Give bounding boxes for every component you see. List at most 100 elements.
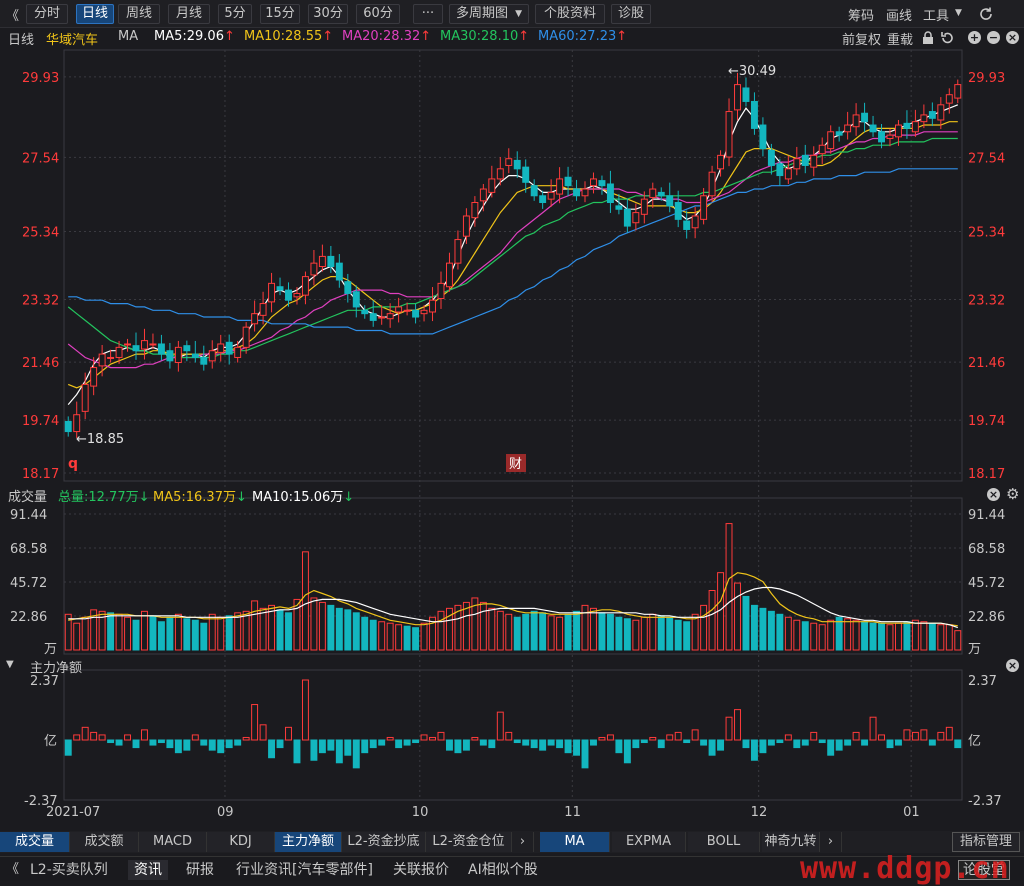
indicator-tab-6[interactable]: L2-资金仓位: [426, 832, 512, 852]
overlay-tab-1[interactable]: EXPMA: [612, 832, 686, 852]
undo-icon[interactable]: [940, 31, 954, 45]
candle-body: [301, 276, 309, 296]
indicator-tab-2[interactable]: MACD: [139, 832, 207, 852]
close-icon[interactable]: ×: [1006, 31, 1019, 44]
flow-bar: [352, 739, 360, 769]
period-tab-2[interactable]: 周线: [118, 4, 160, 24]
more-periods-button[interactable]: ···: [413, 4, 443, 24]
flow-bar: [878, 734, 885, 741]
info-tab-0[interactable]: L2-买卖队列: [30, 860, 108, 880]
candle-body: [708, 171, 716, 197]
candlesticks: [64, 72, 962, 438]
indicator-tab-3[interactable]: KDJ: [207, 832, 275, 852]
volume-bar: [911, 619, 919, 651]
period-tab-5[interactable]: 15分: [260, 4, 300, 24]
multi-period-label: 多周期图: [456, 6, 509, 21]
flow-bar: [496, 711, 504, 741]
lock-icon[interactable]: [922, 31, 934, 45]
reload-button[interactable]: 重载: [887, 29, 913, 48]
volume-bar: [115, 613, 123, 651]
chip-button[interactable]: 筹码: [848, 5, 874, 24]
volume-axis-right-4: 万: [968, 642, 981, 657]
stock-info-button[interactable]: 个股资料: [535, 4, 605, 24]
period-tab-6[interactable]: 30分: [308, 4, 348, 24]
candle-body: [420, 309, 428, 315]
volume-axis-right-2: 45.72: [968, 576, 1005, 591]
volume-bar: [166, 616, 174, 651]
adjust-button[interactable]: 前复权: [842, 29, 881, 48]
indicator-tab-1[interactable]: 成交额: [70, 832, 139, 852]
period-tab-0[interactable]: 分时: [26, 4, 68, 24]
info-tab-4[interactable]: 关联报价: [393, 860, 449, 880]
flow-bar: [852, 731, 860, 741]
flow-bar: [471, 736, 479, 741]
indicator-manage-button[interactable]: 指标管理: [952, 832, 1020, 852]
candle-body: [861, 112, 869, 123]
indicator-tab-5[interactable]: L2-资金抄底: [342, 832, 426, 852]
next-overlay-arrow-icon[interactable]: ›: [820, 832, 842, 852]
flow-bar: [530, 739, 538, 749]
flow-bar: [361, 739, 369, 754]
overlay-tab-0[interactable]: MA: [540, 832, 610, 852]
close-volume-icon[interactable]: ×: [987, 488, 1000, 501]
flow-header: ▼ 主力净额 ×: [0, 657, 1024, 676]
volume-bar: [242, 610, 250, 651]
zoom-out-icon[interactable]: −: [987, 31, 1000, 44]
flow-title[interactable]: 主力净额: [30, 657, 82, 676]
settings-gear-icon[interactable]: ⚙: [1006, 485, 1019, 503]
volume-bar: [369, 619, 377, 651]
overlay-tab-3[interactable]: 神奇九转: [762, 832, 820, 852]
candle-body: [149, 343, 157, 346]
volume-bars: [64, 523, 962, 651]
volume-bar: [234, 612, 242, 651]
flow-bar: [276, 739, 284, 749]
q-marker[interactable]: q: [68, 456, 78, 472]
period-tab-4[interactable]: 5分: [218, 4, 252, 24]
info-tab-5[interactable]: AI相似个股: [468, 860, 538, 880]
flow-bar: [894, 739, 902, 746]
candle-body: [767, 149, 775, 166]
volume-bar: [937, 624, 945, 651]
collapse-triangle-icon[interactable]: ▼: [6, 659, 14, 670]
candle-body: [496, 168, 504, 180]
zoom-in-icon[interactable]: +: [968, 31, 981, 44]
info-tab-3[interactable]: 行业资讯[汽车零部件]: [236, 860, 373, 880]
candle-body: [683, 220, 691, 230]
diagnose-button[interactable]: 诊股: [611, 4, 651, 24]
period-tab-7[interactable]: 60分: [356, 4, 400, 24]
overlay-tab-2[interactable]: BOLL: [688, 832, 760, 852]
volume-title[interactable]: 成交量: [8, 486, 47, 505]
flow-bar: [725, 716, 733, 741]
flow-bar: [827, 739, 835, 756]
candle-body: [479, 188, 487, 202]
flow-bar: [98, 734, 106, 741]
tools-button[interactable]: 工具: [923, 5, 949, 24]
chart-area[interactable]: 29.93 29.93 27.54 27.54 25.34 25.34 23.32 23.32…: [0, 48, 1024, 831]
close-flow-icon[interactable]: ×: [1006, 659, 1019, 672]
volume-bar: [81, 616, 89, 651]
volume-bar: [945, 624, 953, 651]
indicator-name[interactable]: MA: [118, 29, 138, 44]
next-tab-arrow-icon[interactable]: ›: [512, 832, 534, 852]
volume-bar: [318, 601, 326, 651]
indicator-tab-0[interactable]: 成交量: [0, 832, 70, 852]
flow-axis-right-2: -2.37: [968, 794, 1002, 809]
back-nav-icon[interactable]: 《: [6, 5, 19, 24]
refresh-icon[interactable]: [978, 6, 994, 22]
period-tab-3[interactable]: 月线: [168, 4, 210, 24]
indicator-tab-4[interactable]: 主力净额: [275, 832, 342, 852]
draw-line-button[interactable]: 画线: [886, 5, 912, 24]
period-tab-1[interactable]: 日线: [76, 4, 114, 24]
cai-marker[interactable]: 财: [509, 457, 522, 472]
multi-period-dropdown[interactable]: 多周期图 ▼: [449, 4, 529, 24]
info-tab-2[interactable]: 研报: [186, 860, 214, 880]
candle-body: [166, 350, 174, 362]
info-tab-1[interactable]: 资讯: [128, 860, 168, 880]
annotations: ←30.49 ←18.85 q 财: [68, 64, 776, 472]
flow-bar: [513, 739, 521, 744]
collapse-left-icon[interactable]: 《: [6, 860, 19, 880]
flow-bar: [234, 739, 242, 746]
volume-bar: [217, 616, 225, 651]
candle-body: [903, 122, 911, 129]
stock-name[interactable]: 华域汽车: [46, 29, 98, 48]
